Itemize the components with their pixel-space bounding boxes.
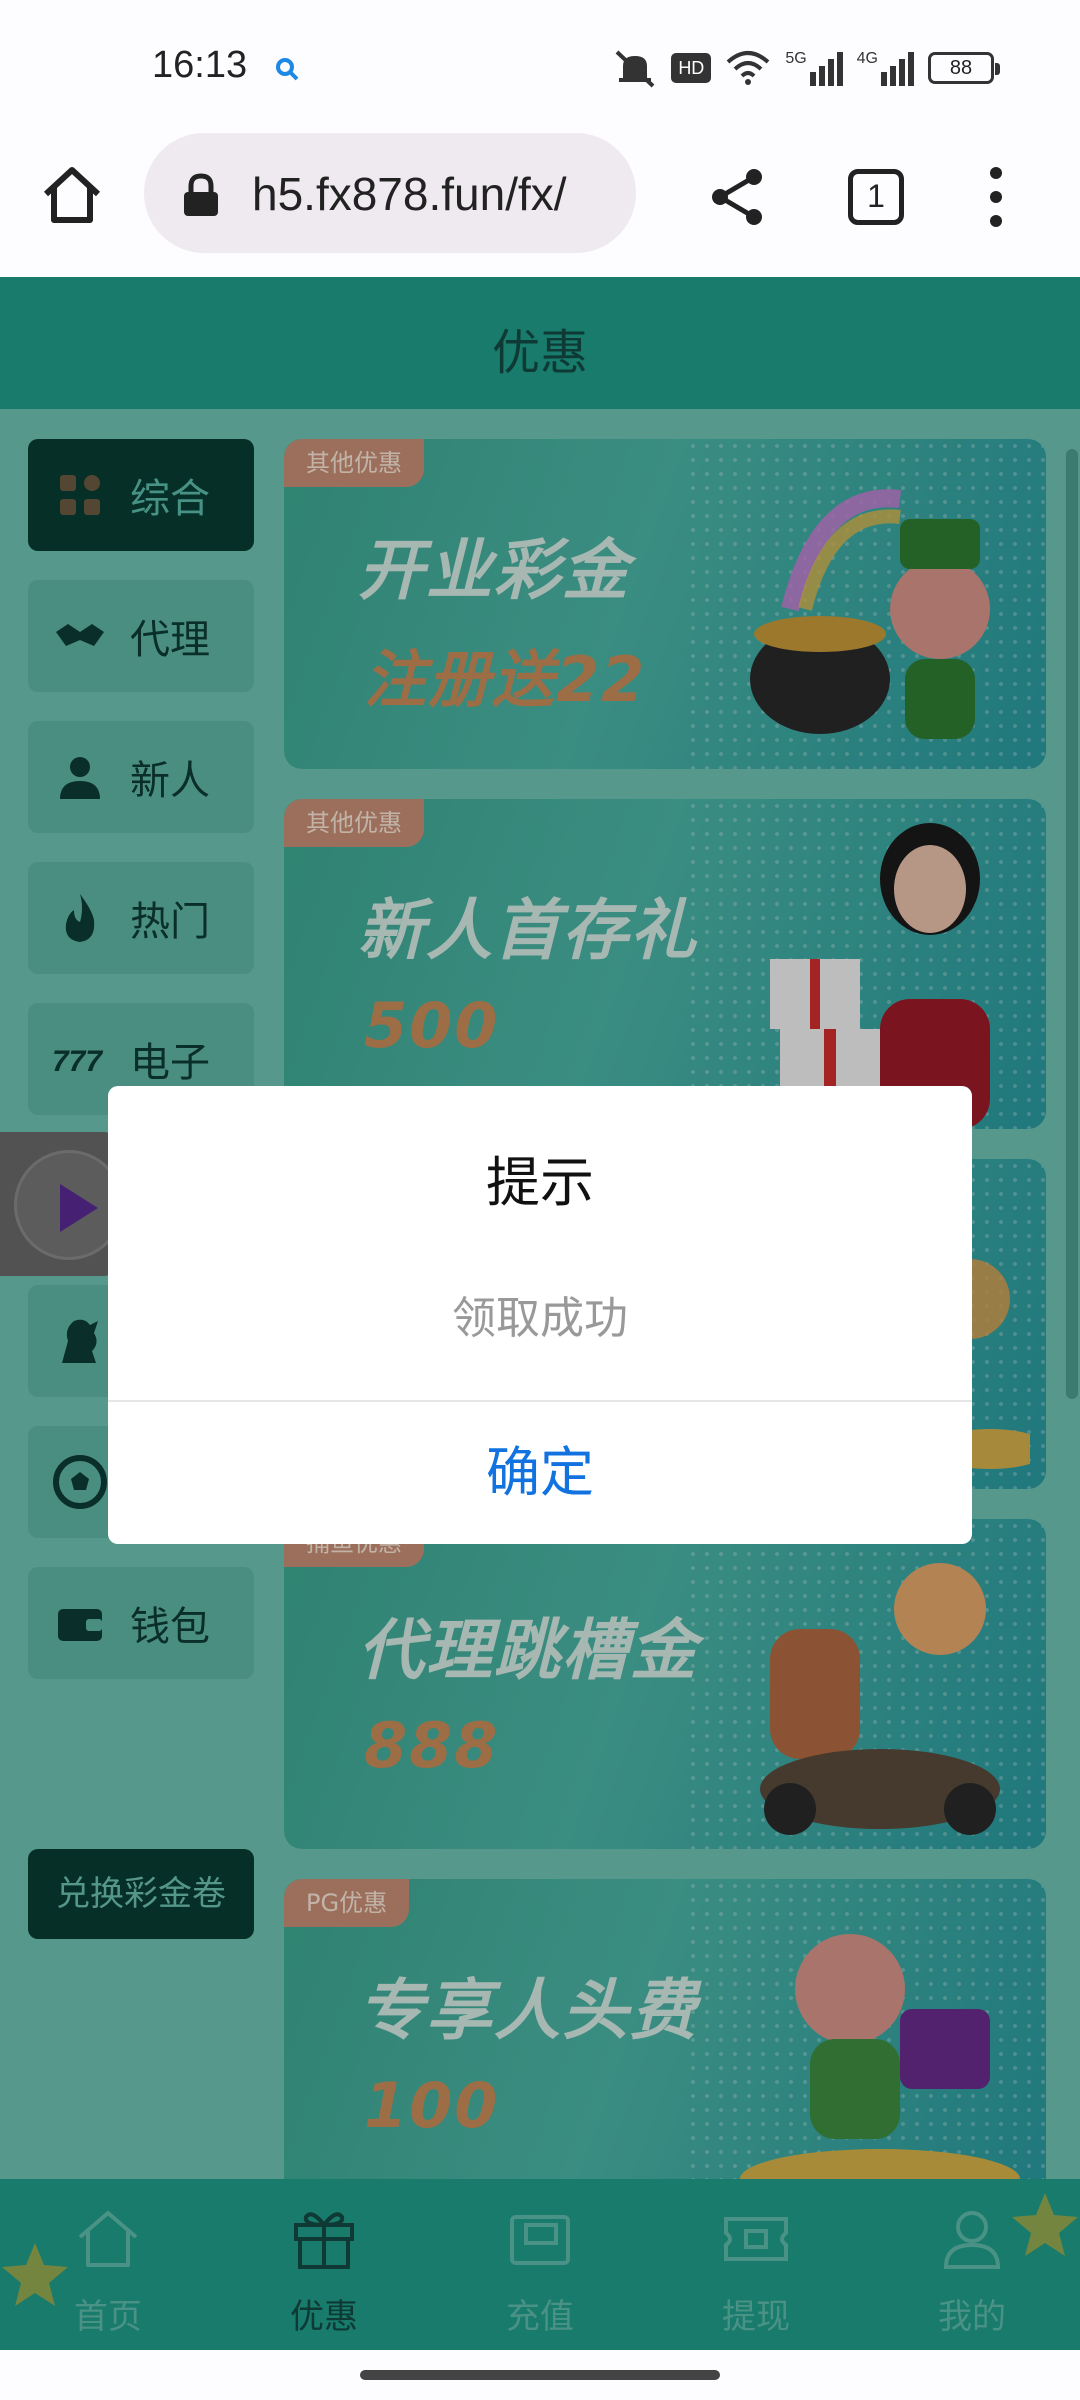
lock-icon (184, 173, 218, 216)
dialog-confirm-button[interactable]: 确定 (108, 1402, 972, 1544)
gesture-area (0, 2350, 1080, 2400)
url-text: h5.fx878.fun/fx/ (252, 168, 567, 220)
mute-icon (615, 50, 655, 88)
address-bar[interactable]: h5.fx878.fun/fx/ (144, 133, 636, 253)
signal-4g-label: 4G (856, 50, 878, 67)
gesture-handle[interactable] (360, 2370, 720, 2380)
browser-home-icon[interactable] (36, 160, 108, 232)
dialog-title: 提示 (486, 1151, 594, 1214)
status-time: 16:13 (152, 44, 248, 86)
hd-icon: HD (671, 53, 712, 83)
browser-toolbar: h5.fx878.fun/fx/ 1 (0, 125, 1080, 277)
share-icon[interactable] (706, 165, 770, 229)
more-menu-icon[interactable] (976, 161, 1016, 233)
status-icons: HD 5G 4G 88 (613, 48, 1000, 88)
wifi-icon (726, 51, 770, 85)
alert-dialog: 提示 领取成功 确定 (108, 1086, 972, 1544)
signal-5g-icon: 5G (785, 50, 843, 86)
signal-4g-icon: 4G (857, 50, 914, 86)
signal-5g-label: 5G (785, 50, 807, 67)
battery-indicator: 88 (928, 52, 1000, 84)
tabs-count-button[interactable]: 1 (848, 169, 904, 225)
dialog-message: 领取成功 (452, 1293, 628, 1344)
search-icon (276, 58, 299, 81)
screen: 16:13 HD 5G 4G 88 h5.fx878.fun/fx/ 1 优惠 … (0, 0, 1080, 2400)
status-bar: 16:13 HD 5G 4G 88 (0, 0, 1080, 125)
